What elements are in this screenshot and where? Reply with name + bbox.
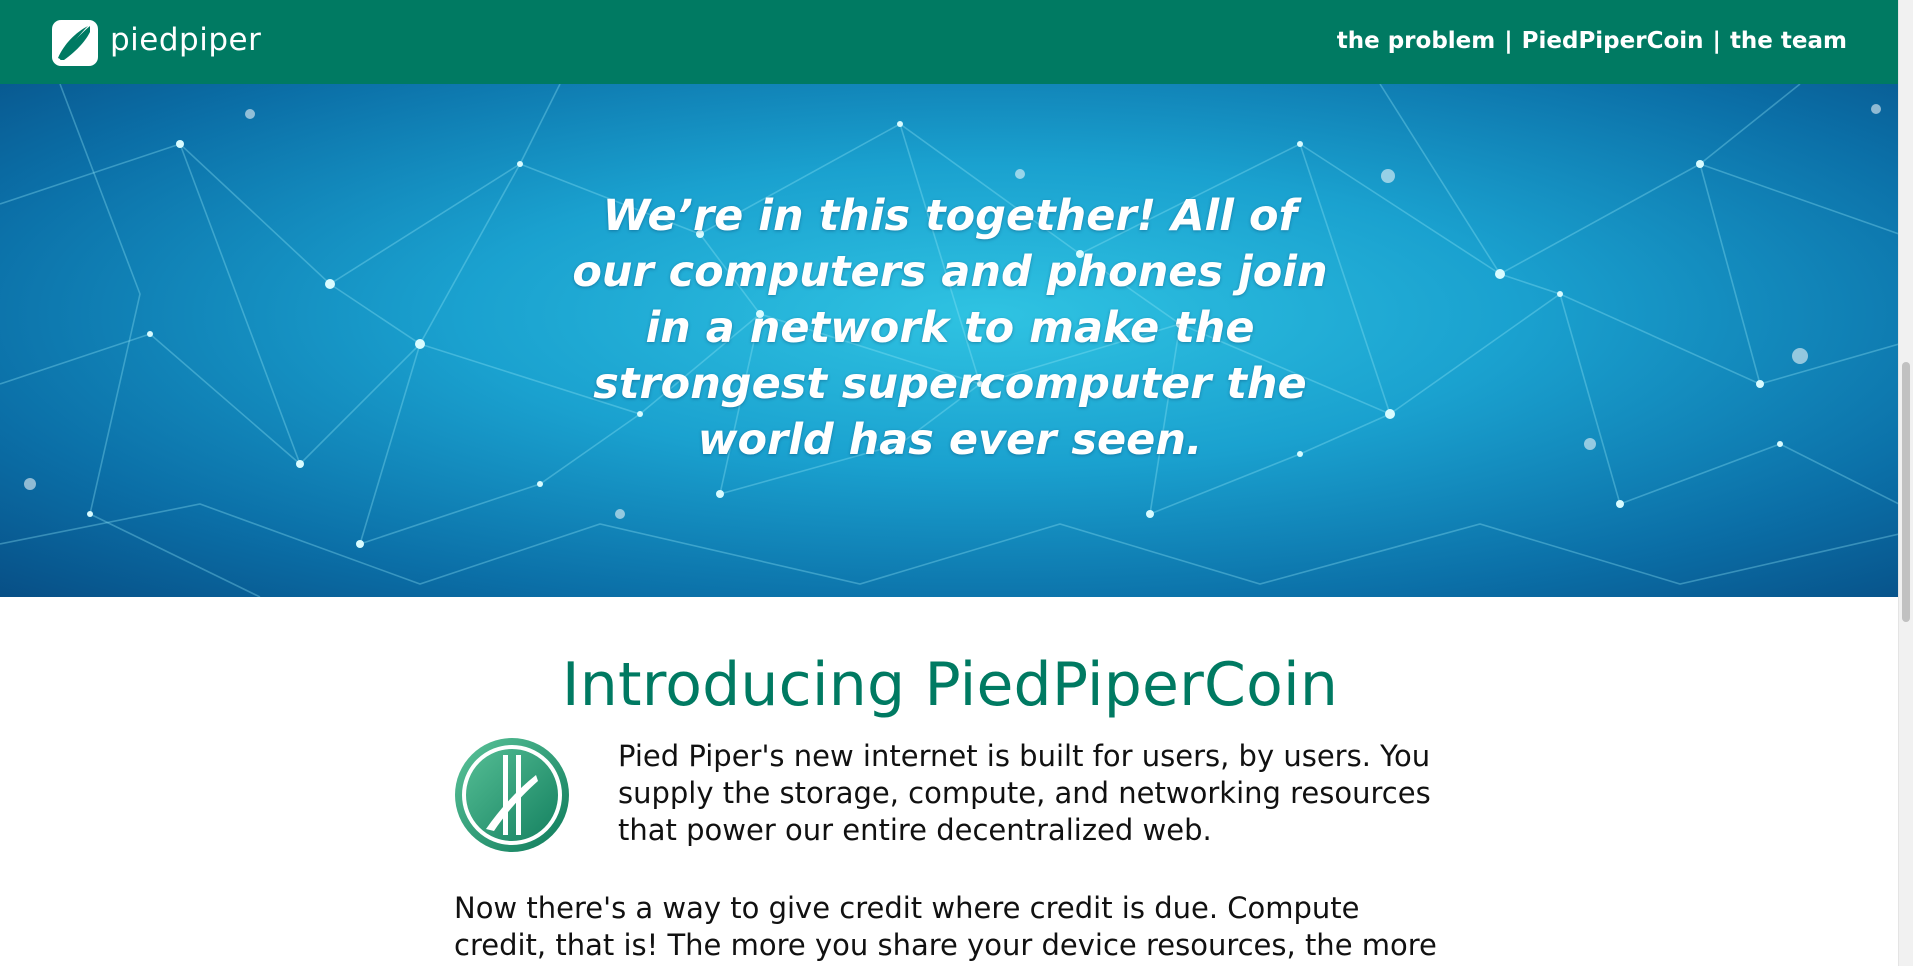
hero-quote: We’re in this together! All of our compu…	[572, 191, 1328, 465]
vertical-scrollbar[interactable]	[1898, 0, 1913, 966]
page: piedpiper the problem | PiedPiperCoin | …	[0, 0, 1913, 966]
nav-separator: |	[1504, 28, 1513, 54]
piedpiper-logo-icon	[52, 20, 98, 66]
nav-link-the-team[interactable]: the team	[1730, 28, 1847, 54]
home-logo-link[interactable]: piedpiper	[52, 20, 261, 66]
main-nav: the problem | PiedPiperCoin | the team	[1337, 28, 1847, 54]
scrollbar-thumb[interactable]	[1902, 362, 1910, 622]
nav-link-piedpipercoin[interactable]: PiedPiperCoin	[1522, 28, 1704, 54]
top-navigation-bar: piedpiper the problem | PiedPiperCoin | …	[0, 0, 1899, 84]
logo-text: piedpiper	[110, 22, 262, 58]
intro-paragraph-2: Now there's a way to give credit where c…	[454, 891, 1437, 962]
nav-link-the-problem[interactable]: the problem	[1337, 28, 1496, 54]
hero-banner: We’re in this together! All of our compu…	[0, 84, 1899, 597]
section-title: Introducing PiedPiperCoin	[561, 650, 1339, 720]
piedpipercoin-icon	[454, 737, 570, 853]
intro-paragraph-1: Pied Piper's new internet is built for u…	[618, 739, 1431, 847]
nav-separator: |	[1712, 28, 1721, 54]
